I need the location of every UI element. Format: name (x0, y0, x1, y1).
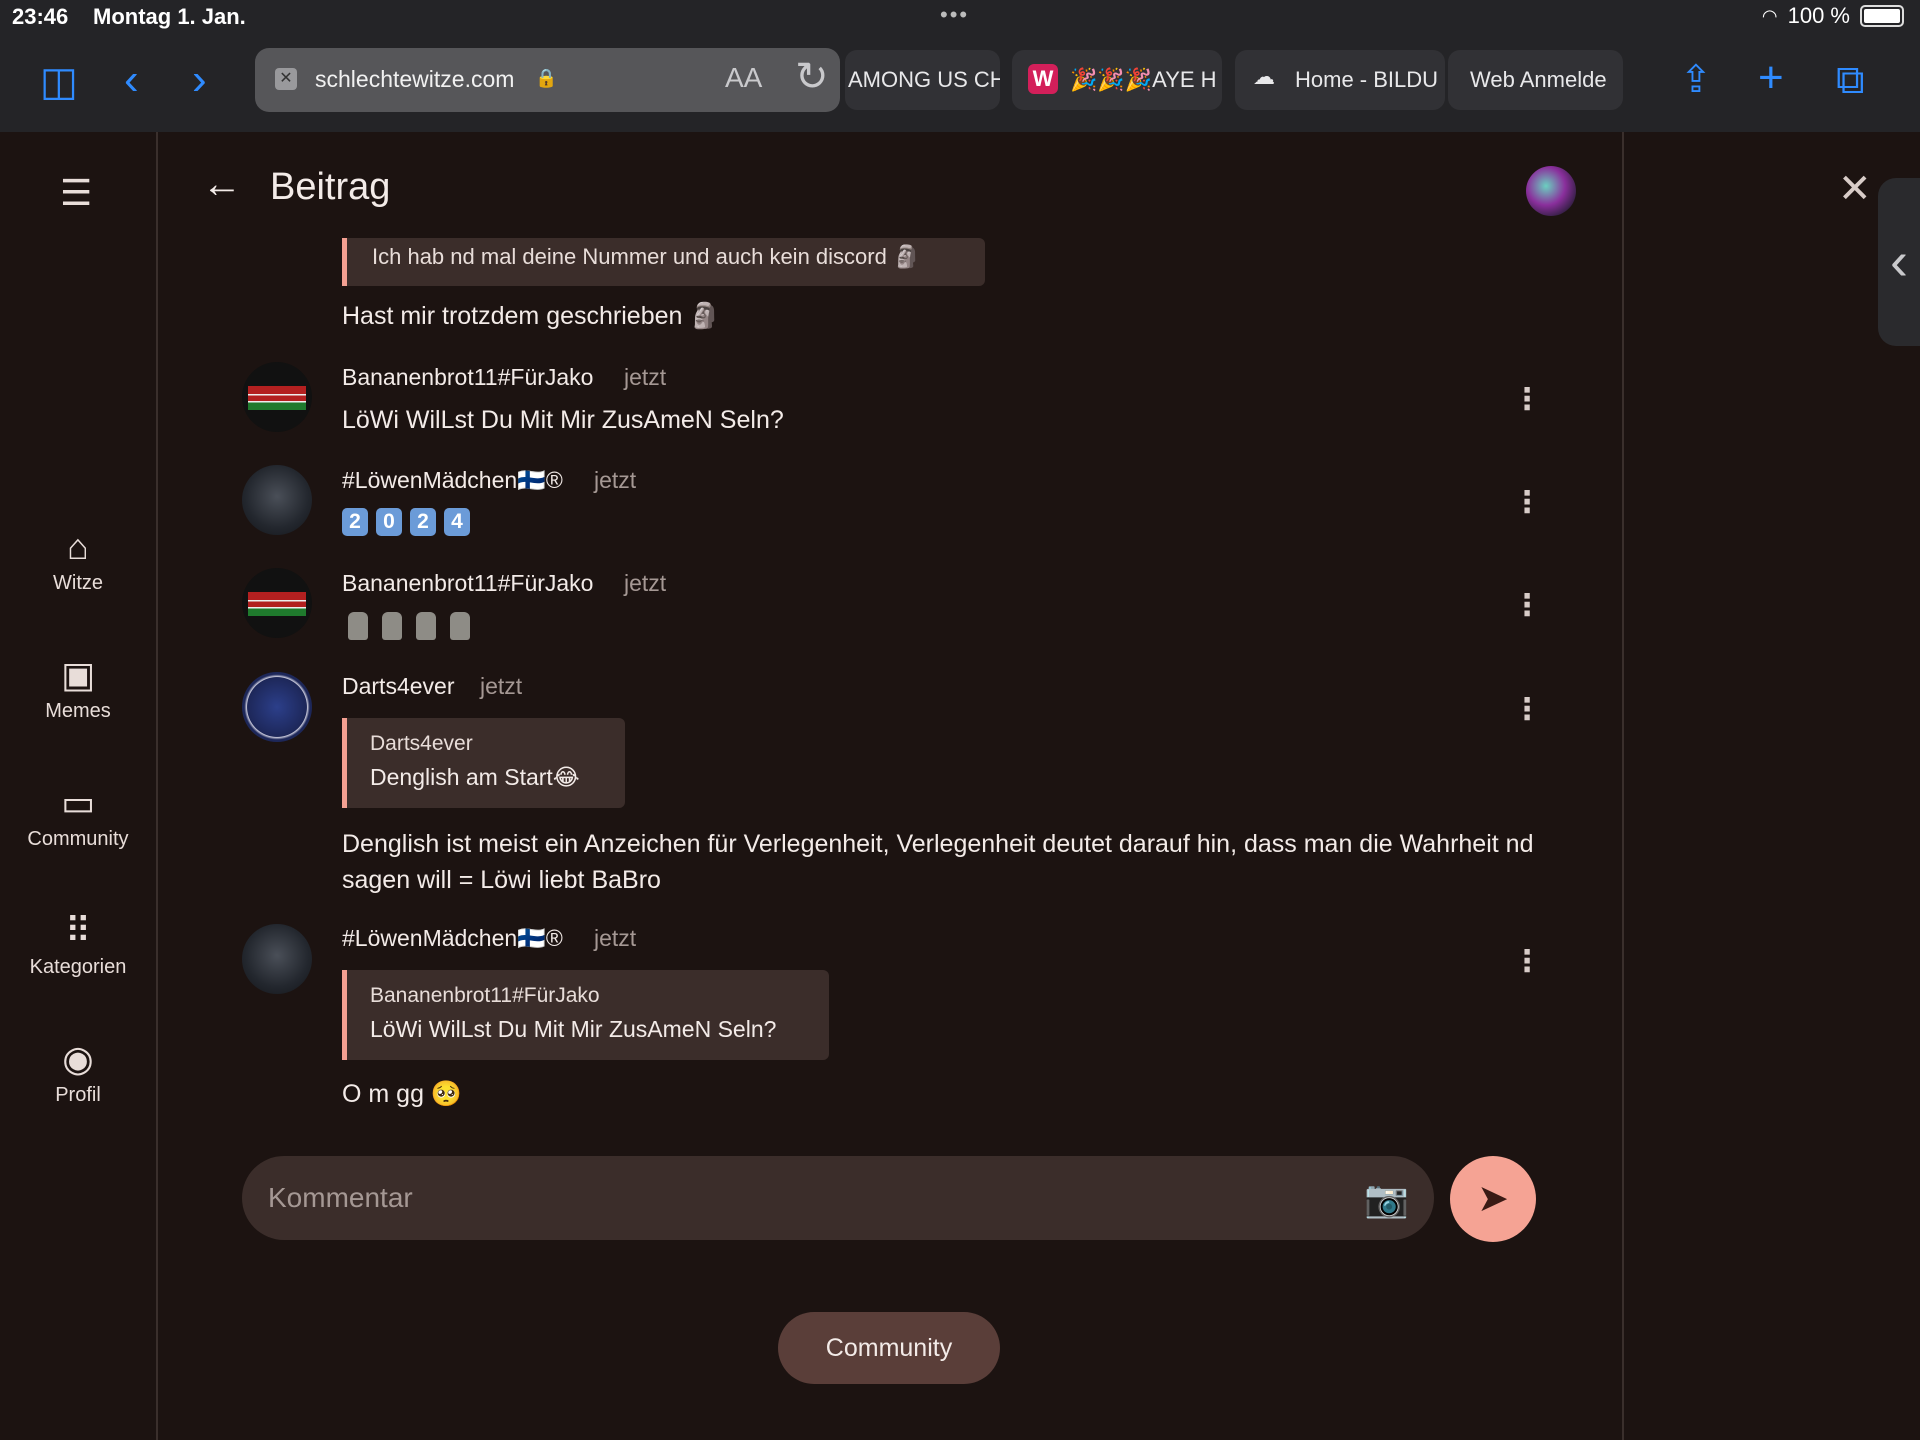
more-options-icon[interactable]: ⋮ (1512, 382, 1542, 417)
timestamp: jetzt (480, 673, 523, 699)
image-icon: ▣ (60, 654, 95, 695)
avatar[interactable] (242, 568, 312, 638)
sidebar-item-community[interactable]: ▭ Community (0, 778, 156, 851)
status-time: 23:46 (12, 4, 69, 29)
reload-icon[interactable]: ↻ (795, 54, 829, 100)
tab-web-anmelde[interactable]: Web Anmelde (1448, 50, 1623, 110)
url-bar[interactable]: ✕ schlechtewitze.com 🔒 AA ↻ (255, 48, 840, 112)
message-text: LöWi WilLst Du Mit Mir ZusAmeN Seln? (342, 406, 784, 434)
sidebar-item-label: Community (27, 828, 129, 850)
moai-emoji-icon (348, 612, 368, 640)
wifi-icon: ◠ (1761, 5, 1778, 26)
user-avatar[interactable] (1526, 166, 1576, 216)
tab-among-us[interactable]: AMONG US CH (845, 50, 1000, 110)
moai-emoji-icon (382, 612, 402, 640)
digit-emoji: 0 (376, 508, 402, 536)
url-text[interactable]: schlechtewitze.com (315, 66, 514, 93)
quote-username: Darts4ever (370, 732, 473, 755)
tabs-overview-icon[interactable]: ⧉ (1836, 58, 1865, 102)
quote-text: LöWi WilLst Du Mit Mir ZusAmeN Seln? (370, 1016, 777, 1042)
post-panel: ← Beitrag Ich hab nd mal deine Nummer un… (158, 132, 1624, 1440)
app-sidebar: ☰ ⌂ Witze ▣ Memes ▭ Community ⠿ Kategori… (0, 132, 158, 1440)
back-nav-icon[interactable]: ‹ (124, 58, 139, 102)
share-icon[interactable]: ⇪ (1680, 58, 1712, 102)
forward-nav-icon[interactable]: › (192, 58, 207, 102)
status-bar: 23:46 Montag 1. Jan. ••• ◠ 100 % (0, 0, 1920, 36)
more-options-icon[interactable]: ⋮ (1512, 944, 1542, 979)
sidebar-item-kategorien[interactable]: ⠿ Kategorien (0, 906, 156, 979)
lock-icon: 🔒 (535, 68, 558, 88)
avatar[interactable] (242, 672, 312, 742)
send-button[interactable]: ➤ (1450, 1156, 1536, 1242)
multitasking-dots-icon[interactable]: ••• (940, 2, 969, 28)
message-text: Denglish ist meist ein Anzeichen für Ver… (342, 830, 1534, 894)
new-tab-icon[interactable]: + (1758, 56, 1784, 100)
sidebar-item-memes[interactable]: ▣ Memes (0, 650, 156, 723)
digit-emoji: 2 (342, 508, 368, 536)
sidebar-item-profil[interactable]: ◉ Profil (0, 1034, 156, 1107)
chevron-left-icon: ‹ (1890, 231, 1908, 291)
side-panel-handle[interactable]: ‹ (1878, 178, 1920, 346)
tab-cloud-icon: ☁ (1253, 64, 1275, 89)
username[interactable]: Bananenbrot11#FürJako (342, 364, 593, 391)
more-options-icon[interactable]: ⋮ (1512, 588, 1542, 623)
avatar[interactable] (242, 465, 312, 535)
moai-emoji-row (348, 612, 484, 645)
quote-text: Ich hab nd mal deine Nummer und auch kei… (372, 244, 921, 269)
browser-toolbar: ◫ ‹ › ✕ schlechtewitze.com 🔒 AA ↻ AMONG … (0, 36, 1920, 132)
quoted-message: Darts4ever Denglish am Start😂 (342, 718, 625, 808)
tab-aye[interactable]: W 🎉🎉🎉AYE H (1012, 50, 1222, 110)
sidebar-toggle-icon[interactable]: ◫ (40, 60, 78, 104)
timestamp: jetzt (594, 467, 637, 493)
chat-icon: ▭ (60, 782, 95, 823)
menu-icon[interactable]: ☰ (60, 172, 92, 214)
avatar[interactable] (242, 362, 312, 432)
message-text: O m gg 🥺 (342, 1080, 463, 1108)
community-button[interactable]: Community (778, 1312, 1000, 1384)
number-emoji-row: 2024 (342, 508, 478, 536)
avatar[interactable] (242, 924, 312, 994)
profile-icon: ◉ (62, 1038, 94, 1079)
digit-emoji: 2 (410, 508, 436, 536)
timestamp: jetzt (624, 570, 667, 596)
username[interactable]: Bananenbrot11#FürJako (342, 570, 593, 597)
quote-text: Denglish am Start😂 (370, 764, 580, 790)
more-options-icon[interactable]: ⋮ (1512, 692, 1542, 727)
more-options-icon[interactable]: ⋮ (1512, 485, 1542, 520)
username[interactable]: Darts4ever (342, 673, 454, 700)
status-date: Montag 1. Jan. (93, 4, 246, 29)
message-text: Hast mir trotzdem geschrieben 🗿 (342, 302, 721, 330)
sidebar-item-label: Profil (55, 1084, 101, 1106)
send-icon: ➤ (1477, 1178, 1509, 1220)
favicon-icon: ✕ (275, 68, 297, 90)
tab-favicon-icon: W (1028, 64, 1058, 94)
quoted-message: Bananenbrot11#FürJako LöWi WilLst Du Mit… (342, 970, 829, 1060)
moai-emoji-icon (450, 612, 470, 640)
username[interactable]: #LöwenMädchen🇫🇮® (342, 467, 563, 494)
comment-input[interactable] (242, 1156, 1434, 1240)
camera-icon[interactable]: 📷 (1364, 1178, 1409, 1220)
digit-emoji: 4 (444, 508, 470, 536)
status-icons: ◠ 100 % (1762, 3, 1904, 29)
grid-icon: ⠿ (64, 910, 92, 951)
battery-percent: 100 % (1787, 3, 1850, 28)
sidebar-item-label: Memes (45, 700, 111, 722)
sidebar-item-label: Kategorien (29, 956, 127, 978)
timestamp: jetzt (624, 364, 667, 390)
battery-icon (1860, 5, 1904, 27)
quote-username: Bananenbrot11#FürJako (370, 984, 600, 1007)
sidebar-item-label: Witze (53, 572, 103, 594)
username[interactable]: #LöwenMädchen🇫🇮® (342, 925, 563, 952)
home-icon: ⌂ (67, 526, 89, 567)
quoted-message: Ich hab nd mal deine Nummer und auch kei… (342, 238, 985, 286)
tab-home-bildu[interactable]: ☁ Home - BILDU (1235, 50, 1445, 110)
page-title: Beitrag (270, 166, 391, 208)
timestamp: jetzt (594, 925, 637, 951)
text-size-button[interactable]: AA (725, 62, 762, 94)
back-arrow-icon[interactable]: ← (202, 162, 242, 207)
sidebar-item-witze[interactable]: ⌂ Witze (0, 522, 156, 595)
moai-emoji-icon (416, 612, 436, 640)
close-icon[interactable]: ✕ (1838, 166, 1872, 212)
